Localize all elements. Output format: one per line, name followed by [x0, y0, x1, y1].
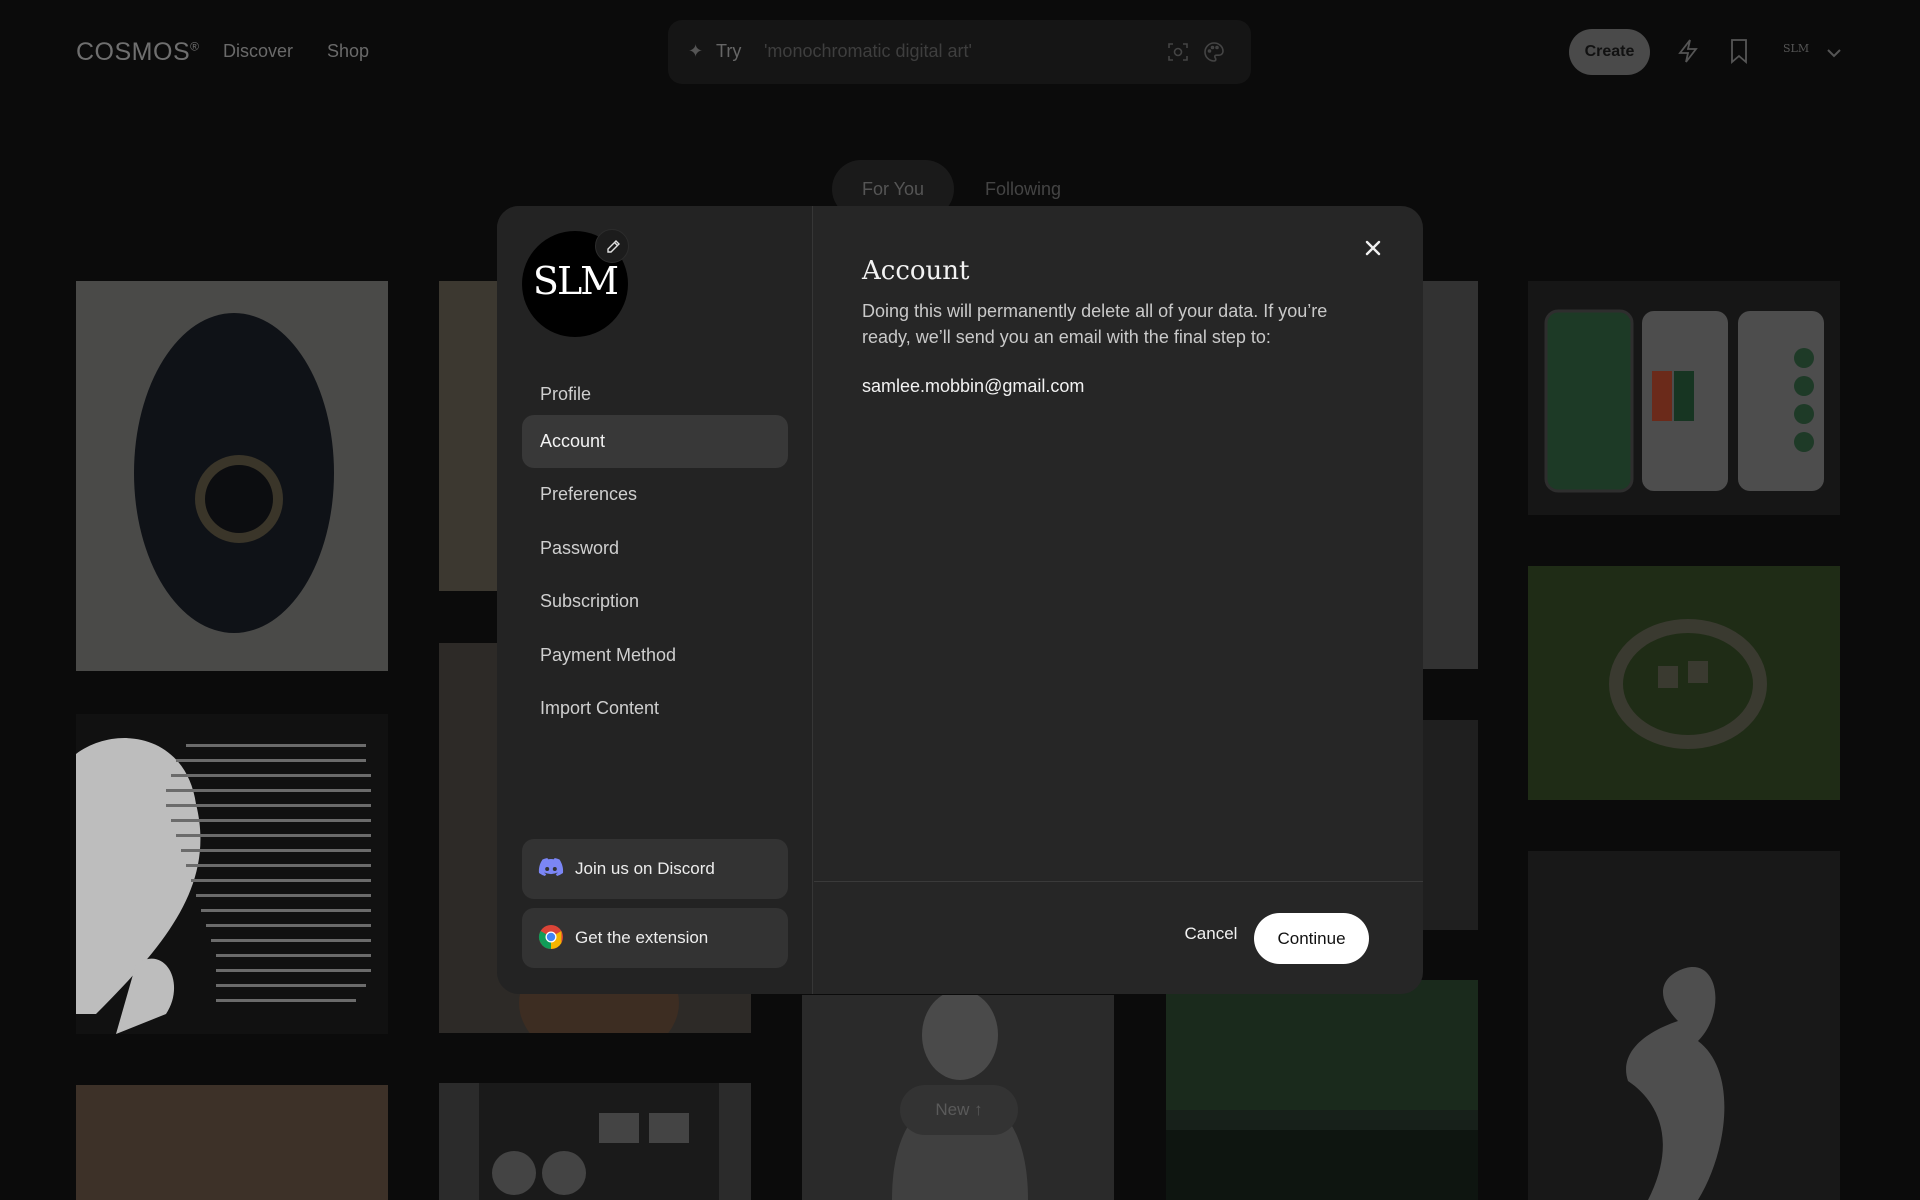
footer-divider	[814, 881, 1423, 882]
discord-link-card[interactable]: Join us on Discord	[522, 839, 788, 899]
close-icon	[1361, 240, 1385, 264]
extension-link-card[interactable]: Get the extension	[522, 908, 788, 968]
logo-text: COSMOS	[76, 38, 191, 66]
avatar-initials: SLM	[532, 259, 619, 303]
nav-shop-link[interactable]: Shop	[327, 41, 369, 62]
grid-image-poster[interactable]	[76, 714, 388, 1034]
logo-registered-mark: ®	[190, 39, 200, 54]
account-panel: Account Doing this will permanently dele…	[814, 206, 1423, 994]
top-navigation-bar: COSMOS® Discover Shop ✦ Try 'monochromat…	[0, 0, 1920, 104]
grid-image-sculpture-head[interactable]: New ↑	[802, 995, 1114, 1200]
grid-image-app-screens[interactable]	[1528, 281, 1840, 515]
sidebar-item-account[interactable]: Account	[522, 415, 788, 468]
sparkle-icon: ✦	[688, 41, 704, 61]
chrome-icon	[538, 925, 564, 955]
grid-image-eclipse[interactable]	[76, 281, 388, 671]
user-avatar-small[interactable]: SLM	[1783, 42, 1809, 55]
sidebar-item-password[interactable]: Password	[522, 522, 788, 575]
camera-scan-icon[interactable]	[1166, 40, 1190, 69]
search-suggestion: 'monochromatic digital art'	[764, 41, 972, 61]
account-email: samlee.mobbin@gmail.com	[862, 376, 1085, 396]
sidebar-item-payment-method[interactable]: Payment Method	[522, 629, 788, 682]
sidebar-item-subscription[interactable]: Subscription	[522, 575, 788, 628]
grid-image-statue[interactable]	[1528, 851, 1840, 1200]
extension-link-label: Get the extension	[575, 928, 709, 947]
discord-link-label: Join us on Discord	[575, 859, 715, 878]
lightning-icon[interactable]	[1676, 38, 1700, 69]
grid-image-machine[interactable]	[439, 1083, 751, 1200]
search-bar[interactable]: ✦ Try 'monochromatic digital art'	[668, 20, 1251, 84]
sidebar-item-profile[interactable]: Profile	[522, 368, 788, 421]
grid-image-stonehenge[interactable]	[1528, 566, 1840, 800]
edit-avatar-button[interactable]	[595, 229, 629, 263]
grid-image-skin[interactable]	[76, 1085, 388, 1200]
search-prefix: Try	[716, 41, 742, 61]
delete-account-description: Doing this will permanently delete all o…	[862, 301, 1328, 347]
panel-title: Account	[862, 256, 970, 286]
cancel-button[interactable]: Cancel	[1172, 914, 1250, 954]
new-posts-badge[interactable]: New ↑	[900, 1085, 1018, 1135]
sidebar-item-import-content[interactable]: Import Content	[522, 682, 788, 735]
grid-image-pond[interactable]	[1166, 980, 1478, 1200]
settings-sidebar: SLM Profile Account Preferences Password…	[497, 206, 813, 994]
nav-discover-link[interactable]: Discover	[223, 41, 293, 62]
close-modal-button[interactable]	[1361, 236, 1385, 260]
discord-icon	[538, 857, 564, 884]
bookmark-icon[interactable]	[1728, 38, 1750, 69]
chevron-down-icon[interactable]	[1826, 46, 1842, 64]
create-button[interactable]: Create	[1569, 29, 1650, 75]
continue-button[interactable]: Continue	[1254, 913, 1369, 964]
palette-icon[interactable]	[1202, 40, 1226, 69]
cosmos-logo[interactable]: COSMOS®	[76, 38, 199, 67]
settings-modal: SLM Profile Account Preferences Password…	[497, 206, 1423, 994]
sidebar-item-preferences[interactable]: Preferences	[522, 468, 788, 521]
